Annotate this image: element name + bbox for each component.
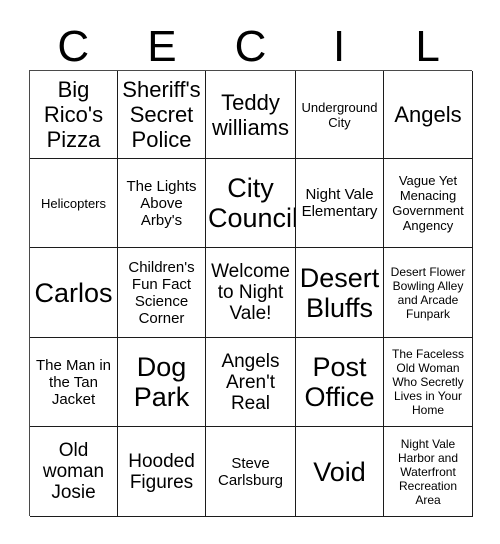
header-letter-4: I xyxy=(332,22,346,71)
bingo-header: C E C I L xyxy=(29,16,472,70)
bingo-cell-label: Children's Fun Fact Science Corner xyxy=(128,258,195,327)
bingo-cell-label: Angels Aren't Real xyxy=(221,350,280,414)
bingo-cell-label: Sheriff's Secret Police xyxy=(122,77,201,152)
bingo-cell[interactable]: Welcome to Night Vale! xyxy=(206,248,296,338)
bingo-cell[interactable]: The Faceless Old Woman Who Secretly Live… xyxy=(384,338,473,427)
bingo-cell[interactable]: Big Rico's Pizza xyxy=(30,71,118,159)
bingo-cell-label: Hooded Figures xyxy=(128,450,195,493)
bingo-cell[interactable]: Night Vale Harbor and Waterfront Recreat… xyxy=(384,427,473,517)
header-letter-1: C xyxy=(57,22,90,71)
bingo-card: C E C I L Big Rico's Pizza Sheriff's Sec… xyxy=(0,0,500,544)
bingo-cell-label: Desert Flower Bowling Alley and Arcade F… xyxy=(390,264,466,321)
bingo-cell[interactable]: Night Vale Elementary xyxy=(296,159,384,248)
bingo-cell-label: Vague Yet Menacing Government Angency xyxy=(392,173,464,233)
bingo-cell-label: Night Vale Elementary xyxy=(301,186,378,220)
bingo-cell[interactable]: Carlos xyxy=(30,248,118,338)
bingo-cell-label: Night Vale Harbor and Waterfront Recreat… xyxy=(397,436,459,507)
header-letter-5: L xyxy=(415,22,440,71)
bingo-cell-label: Welcome to Night Vale! xyxy=(211,261,290,324)
bingo-cell-label: Old woman Josie xyxy=(42,440,105,503)
bingo-cell[interactable]: Angels Aren't Real xyxy=(206,338,296,427)
bingo-cell-label: Underground City xyxy=(301,99,378,130)
bingo-grid: Big Rico's Pizza Sheriff's Secret Police… xyxy=(29,70,473,517)
bingo-cell[interactable]: Children's Fun Fact Science Corner xyxy=(118,248,206,338)
bingo-cell-label: Carlos xyxy=(34,277,113,308)
bingo-cell-label: Teddy williams xyxy=(212,89,289,140)
bingo-cell-label: Angels xyxy=(394,102,462,127)
bingo-cell[interactable]: Underground City xyxy=(296,71,384,159)
bingo-cell[interactable]: Helicopters xyxy=(30,159,118,248)
bingo-cell-label: City Council xyxy=(208,173,296,233)
header-letter-2: E xyxy=(147,22,177,71)
header-letter-3: C xyxy=(234,22,267,71)
bingo-cell-label: Dog Park xyxy=(133,352,190,412)
bingo-cell[interactable]: The Man in the Tan Jacket xyxy=(30,338,118,427)
bingo-cell[interactable]: City Council xyxy=(206,159,296,248)
bingo-cell-label: Steve Carlsburg xyxy=(217,454,284,489)
bingo-cell-label: Helicopters xyxy=(40,195,107,211)
bingo-cell[interactable]: Steve Carlsburg xyxy=(206,427,296,517)
bingo-cell-label: The Man in the Tan Jacket xyxy=(35,356,112,408)
bingo-cell-label: Void xyxy=(313,456,366,487)
bingo-cell[interactable]: Sheriff's Secret Police xyxy=(118,71,206,159)
bingo-cell[interactable]: Old woman Josie xyxy=(30,427,118,517)
bingo-cell[interactable]: Hooded Figures xyxy=(118,427,206,517)
bingo-cell[interactable]: Desert Flower Bowling Alley and Arcade F… xyxy=(384,248,473,338)
bingo-cell[interactable]: Void xyxy=(296,427,384,517)
bingo-cell-label: The Lights Above Arby's xyxy=(126,177,197,229)
bingo-cell[interactable]: Post Office xyxy=(296,338,384,427)
bingo-cell-label: The Faceless Old Woman Who Secretly Live… xyxy=(391,347,465,417)
bingo-cell[interactable]: The Lights Above Arby's xyxy=(118,159,206,248)
bingo-cell-label: Post Office xyxy=(304,352,375,412)
bingo-cell-label: Desert Bluffs xyxy=(299,262,380,323)
bingo-cell[interactable]: Dog Park xyxy=(118,338,206,427)
bingo-cell[interactable]: Teddy williams xyxy=(206,71,296,159)
bingo-cell[interactable]: Desert Bluffs xyxy=(296,248,384,338)
bingo-cell[interactable]: Angels xyxy=(384,71,473,159)
bingo-cell[interactable]: Vague Yet Menacing Government Angency xyxy=(384,159,473,248)
bingo-cell-label: Big Rico's Pizza xyxy=(43,77,104,152)
